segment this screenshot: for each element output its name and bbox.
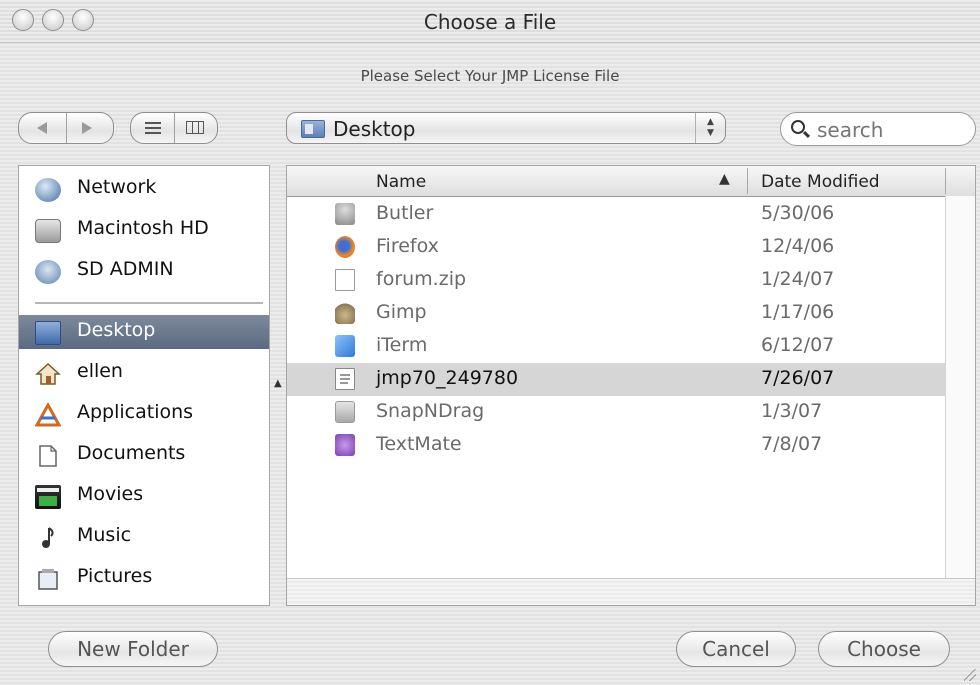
list-view-icon	[145, 122, 161, 134]
desktop-icon	[35, 321, 61, 345]
location-popup[interactable]: Desktop ▲ ▼	[286, 112, 726, 144]
sidebar-resize-handle[interactable]: ▲	[274, 378, 282, 389]
file-name: iTerm	[376, 334, 428, 356]
file-name: Firefox	[376, 235, 439, 257]
file-name: TextMate	[376, 433, 462, 455]
view-mode-control	[130, 112, 218, 144]
iterm-app-icon	[335, 335, 355, 357]
sidebar: Network Macintosh HD SD ADMIN Desktop el…	[18, 165, 270, 606]
desktop-folder-icon	[301, 120, 325, 138]
zip-file-icon	[335, 269, 355, 291]
file-row-iterm[interactable]: iTerm 6/12/07	[287, 330, 947, 363]
sidebar-item-documents[interactable]: Documents	[19, 438, 269, 472]
back-forward-control	[18, 112, 114, 144]
file-date: 1/17/06	[761, 301, 835, 323]
sidebar-item-label: SD ADMIN	[77, 258, 174, 280]
file-row-gimp[interactable]: Gimp 1/17/06	[287, 297, 947, 330]
forward-arrow-icon	[82, 122, 92, 134]
file-date: 1/3/07	[761, 400, 823, 422]
file-chooser-window: Choose a File Please Select Your JMP Lic…	[0, 0, 980, 685]
title-bar[interactable]: Choose a File	[0, 0, 980, 43]
butler-app-icon	[335, 203, 355, 225]
file-date: 5/30/06	[761, 202, 835, 224]
sidebar-item-network[interactable]: Network	[19, 172, 269, 206]
back-arrow-icon	[37, 122, 47, 134]
cancel-button[interactable]: Cancel	[676, 631, 796, 667]
location-label: Desktop	[333, 117, 416, 141]
column-view-button[interactable]	[174, 113, 217, 143]
documents-icon	[35, 444, 61, 468]
sidebar-item-sd-admin[interactable]: SD ADMIN	[19, 254, 269, 288]
list-view-button[interactable]	[131, 113, 175, 143]
home-icon	[35, 362, 61, 386]
file-row-butler[interactable]: Butler 5/30/06	[287, 198, 947, 231]
network-icon	[35, 178, 61, 202]
sidebar-item-ellen[interactable]: ellen	[19, 356, 269, 390]
sidebar-divider	[35, 302, 263, 304]
sidebar-item-label: Applications	[77, 401, 194, 423]
file-name: Butler	[376, 202, 434, 224]
vertical-scrollbar[interactable]	[945, 196, 975, 578]
sidebar-item-label: ellen	[77, 360, 123, 382]
file-date: 12/4/06	[761, 235, 835, 257]
file-date: 7/8/07	[761, 433, 823, 455]
forward-button[interactable]	[66, 113, 113, 143]
file-date: 1/24/07	[761, 268, 835, 290]
music-icon	[35, 526, 61, 550]
resize-grip-icon[interactable]	[964, 669, 976, 681]
sidebar-item-label: Pictures	[77, 565, 153, 587]
new-folder-button[interactable]: New Folder	[48, 631, 218, 667]
dialog-prompt: Please Select Your JMP License File	[360, 67, 620, 85]
sidebar-item-label: Music	[77, 524, 132, 546]
column-view-icon	[186, 121, 204, 134]
gimp-app-icon	[335, 302, 355, 324]
column-header-name[interactable]: Name	[376, 172, 426, 192]
file-name: jmp70_249780	[376, 367, 519, 389]
sort-ascending-icon: ▲	[719, 171, 730, 187]
sidebar-item-label: Network	[77, 176, 157, 198]
file-list: Name ▲ Date Modified Butler 5/30/06 Fire…	[286, 165, 976, 606]
file-name: SnapNDrag	[376, 400, 485, 422]
sidebar-item-label: Movies	[77, 483, 144, 505]
popup-stepper-icon: ▲ ▼	[695, 113, 725, 143]
file-row-jmp70-249780[interactable]: jmp70_249780 7/26/07	[287, 363, 947, 396]
search-field[interactable]	[780, 112, 976, 146]
column-header-date-modified[interactable]: Date Modified	[761, 172, 880, 192]
sidebar-item-label: Macintosh HD	[77, 217, 209, 239]
textmate-app-icon	[335, 434, 355, 456]
window-title: Choose a File	[423, 10, 557, 34]
file-date: 6/12/07	[761, 334, 835, 356]
file-row-firefox[interactable]: Firefox 12/4/06	[287, 231, 947, 264]
file-name: forum.zip	[376, 268, 467, 290]
file-row-textmate[interactable]: TextMate 7/8/07	[287, 429, 947, 462]
sidebar-item-applications[interactable]: Applications	[19, 397, 269, 431]
file-list-header: Name ▲ Date Modified	[287, 166, 975, 197]
sidebar-item-macintosh-hd[interactable]: Macintosh HD	[19, 213, 269, 247]
movies-icon	[35, 485, 61, 509]
column-divider	[945, 168, 946, 194]
search-input[interactable]	[815, 117, 969, 143]
document-icon	[335, 368, 355, 390]
column-divider	[747, 168, 748, 194]
search-icon	[791, 120, 805, 134]
applications-icon	[34, 401, 62, 427]
hard-disk-icon	[35, 219, 61, 243]
choose-button[interactable]: Choose	[818, 631, 950, 667]
pictures-icon	[35, 567, 61, 591]
sidebar-item-movies[interactable]: Movies	[19, 479, 269, 513]
disk-icon	[35, 260, 61, 284]
sidebar-item-music[interactable]: Music	[19, 520, 269, 554]
sidebar-item-label: Documents	[77, 442, 186, 464]
file-row-forum-zip[interactable]: forum.zip 1/24/07	[287, 264, 947, 297]
file-date: 7/26/07	[761, 367, 835, 389]
firefox-app-icon	[335, 236, 355, 258]
sidebar-item-label: Desktop	[77, 319, 156, 341]
file-name: Gimp	[376, 301, 427, 323]
sidebar-item-desktop[interactable]: Desktop	[19, 315, 269, 349]
horizontal-scrollbar[interactable]	[287, 578, 975, 605]
snapndrag-app-icon	[335, 401, 355, 423]
file-row-snapndrag[interactable]: SnapNDrag 1/3/07	[287, 396, 947, 429]
sidebar-item-pictures[interactable]: Pictures	[19, 561, 269, 595]
back-button[interactable]	[19, 113, 67, 143]
